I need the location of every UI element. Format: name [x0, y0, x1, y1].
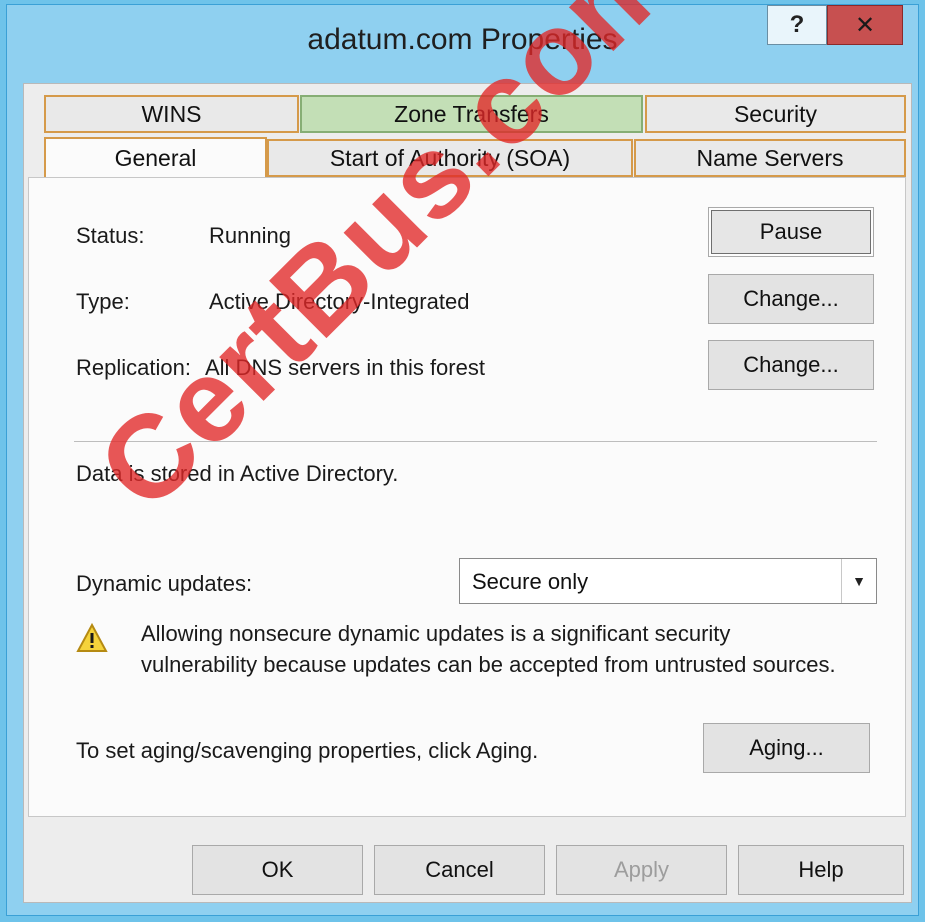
chevron-down-icon[interactable]: ▼ [841, 559, 876, 603]
type-label: Type: [76, 289, 130, 314]
dynamic-updates-select[interactable]: Secure only ▼ [459, 558, 877, 604]
tab-security[interactable]: Security [645, 95, 906, 133]
warning-icon [76, 623, 108, 652]
cancel-button[interactable]: Cancel [374, 845, 545, 895]
tab-wins[interactable]: WINS [44, 95, 299, 133]
properties-dialog: adatum.com Properties ? ✕ WINS Zone Tran… [6, 4, 919, 916]
ok-button[interactable]: OK [192, 845, 363, 895]
replication-label: Replication: [76, 355, 191, 380]
help-button[interactable]: Help [738, 845, 904, 895]
divider [74, 441, 877, 442]
general-tab-page: Status: Running Pause Type: Active Direc… [28, 177, 906, 817]
tab-zone-transfers[interactable]: Zone Transfers [300, 95, 643, 133]
tab-general[interactable]: General [44, 137, 267, 179]
tab-start-of-authority[interactable]: Start of Authority (SOA) [267, 139, 633, 177]
storage-text: Data is stored in Active Directory. [76, 461, 399, 486]
pause-button[interactable]: Pause [708, 207, 874, 257]
dynamic-updates-value: Secure only [472, 569, 589, 594]
close-icon[interactable]: ✕ [827, 5, 903, 45]
help-title-button[interactable]: ? [767, 5, 827, 45]
title-bar[interactable]: adatum.com Properties ? ✕ [7, 5, 918, 83]
warning-text: Allowing nonsecure dynamic updates is a … [141, 621, 836, 677]
change-type-button[interactable]: Change... [708, 274, 874, 324]
aging-text: To set aging/scavenging properties, clic… [76, 738, 539, 763]
aging-button[interactable]: Aging... [703, 723, 870, 773]
status-value: Running [209, 223, 291, 248]
status-label: Status: [76, 223, 145, 248]
dynamic-updates-label: Dynamic updates: [76, 571, 253, 596]
apply-button[interactable]: Apply [556, 845, 727, 895]
type-value: Active Directory-Integrated [209, 289, 470, 314]
replication-value: All DNS servers in this forest [205, 355, 485, 380]
change-replication-button[interactable]: Change... [708, 340, 874, 390]
tab-name-servers[interactable]: Name Servers [634, 139, 906, 177]
